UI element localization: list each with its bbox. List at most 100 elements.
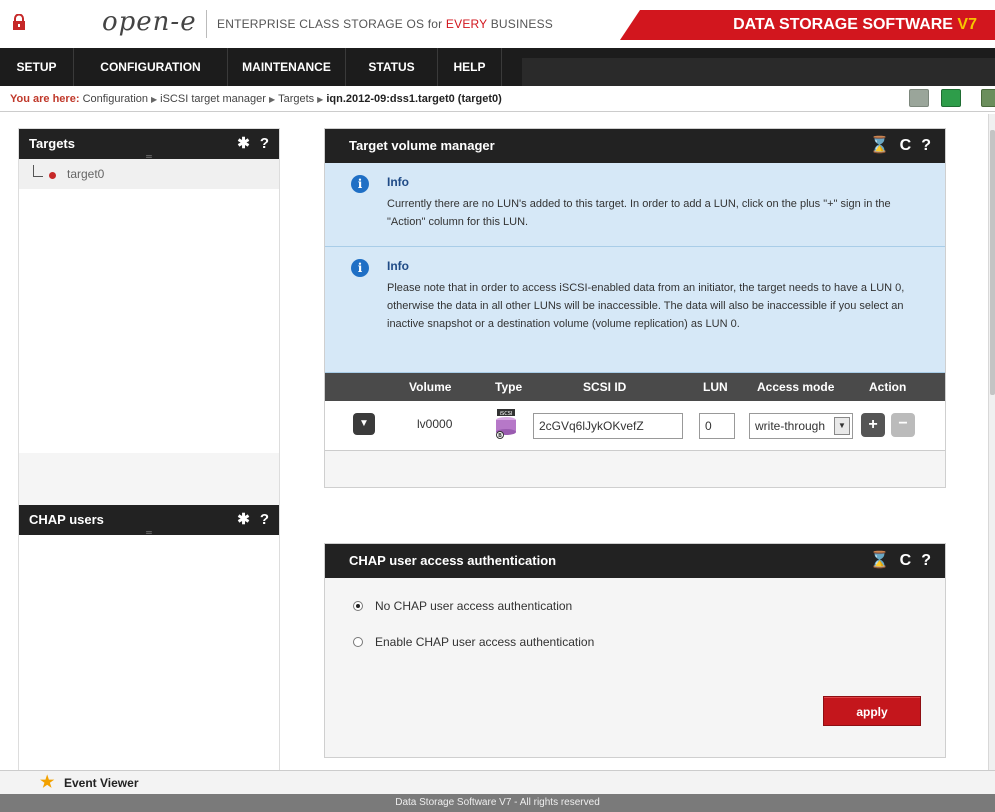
- loading-icon: ⌛: [869, 137, 890, 154]
- lun-field[interactable]: [699, 413, 735, 439]
- refresh-icon[interactable]: C: [900, 137, 912, 154]
- tree-item-label[interactable]: target0: [67, 167, 104, 181]
- breadcrumb-current: iqn.2012-09:dss1.target0 (target0): [326, 93, 502, 105]
- help-icon[interactable]: ?: [260, 511, 269, 528]
- breadcrumb-arrow-icon: ▶: [317, 95, 324, 104]
- help-icon[interactable]: ?: [921, 552, 931, 569]
- targets-list-bottom: [19, 453, 279, 505]
- info-icon: i: [351, 175, 369, 193]
- top-header: open-e ENTERPRISE CLASS STORAGE OS for E…: [0, 0, 995, 48]
- brand-text: DATA STORAGE SOFTWARE: [733, 16, 958, 33]
- radio-no-chap[interactable]: No CHAP user access authentication: [325, 596, 945, 616]
- tvm-header: Target volume manager ⌛ C?: [325, 129, 945, 163]
- chap-header: CHAP user access authentication ⌛ C?: [325, 544, 945, 578]
- target-volume-manager: Target volume manager ⌛ C? i Info Current…: [324, 128, 946, 488]
- breadcrumb-arrow-icon: ▶: [151, 95, 158, 104]
- tagline: ENTERPRISE CLASS STORAGE OS for EVERY BU…: [206, 10, 553, 38]
- status-dot-icon: [49, 172, 56, 179]
- event-viewer-label[interactable]: Event Viewer: [64, 776, 138, 790]
- info-box-1: i Info Currently there are no LUN's adde…: [325, 163, 945, 247]
- chevron-down-icon[interactable]: ▼: [834, 417, 850, 435]
- page-scrollbar[interactable]: [988, 114, 995, 770]
- info-title: Info: [387, 175, 409, 189]
- breadcrumb-label: You are here:: [10, 93, 80, 105]
- scsi-id-field[interactable]: [533, 413, 683, 439]
- nav-configuration[interactable]: CONFIGURATION: [74, 48, 228, 86]
- tagline-red: EVERY: [445, 17, 488, 31]
- col-access-mode: Access mode: [757, 380, 835, 394]
- volume-name: lv0000: [417, 417, 453, 431]
- chap-authentication-panel: CHAP user access authentication ⌛ C? No C…: [324, 543, 946, 758]
- nav-maintenance[interactable]: MAINTENANCE: [228, 48, 346, 86]
- footer: Data Storage Software V7 - All rights re…: [0, 794, 995, 812]
- radio-enable-chap[interactable]: Enable CHAP user access authentication: [325, 632, 945, 652]
- col-volume: Volume: [409, 380, 452, 394]
- loading-icon: ⌛: [869, 552, 890, 569]
- nav-setup[interactable]: SETUP: [0, 48, 74, 86]
- breadcrumb: You are here: Configuration ▶ iSCSI target…: [0, 86, 995, 112]
- targets-list-area: [19, 189, 279, 453]
- col-lun: LUN: [703, 380, 728, 394]
- star-icon: ★: [40, 774, 55, 791]
- left-sidebar: Targets ✱? ═ target0 CHAP users ✱? ═: [18, 128, 280, 800]
- breadcrumb-item-configuration[interactable]: Configuration: [83, 93, 148, 105]
- radio-button-selected[interactable]: [353, 601, 363, 611]
- remove-lun-button[interactable]: −: [891, 413, 915, 437]
- add-lun-button[interactable]: +: [861, 413, 885, 437]
- resize-grip-icon[interactable]: ═: [142, 529, 156, 537]
- info-text: Currently there are no LUN's added to th…: [387, 198, 891, 228]
- targets-title: Targets: [29, 136, 75, 151]
- radio-no-chap-label: No CHAP user access authentication: [375, 599, 573, 613]
- access-mode-select[interactable]: write-through ▼: [749, 413, 853, 439]
- breadcrumb-item-iscsi[interactable]: iSCSI target manager: [160, 93, 266, 105]
- tree-line: [33, 165, 43, 177]
- col-action: Action: [869, 380, 907, 394]
- chap-users-header: CHAP users ✱? ═: [19, 505, 279, 537]
- breadcrumb-arrow-icon: ▶: [268, 95, 276, 104]
- chap-users-title: CHAP users: [29, 512, 104, 527]
- chap-users-list: [19, 535, 279, 800]
- nav-tail: [522, 58, 995, 86]
- info-title: Info: [387, 259, 409, 273]
- brand-banner: DATA STORAGE SOFTWARE V7: [620, 10, 995, 40]
- tvm-title: Target volume manager: [349, 138, 495, 153]
- refresh-icon[interactable]: C: [900, 552, 912, 569]
- nav-help[interactable]: HELP: [438, 48, 502, 86]
- tagline-pre: ENTERPRISE CLASS STORAGE OS for: [217, 17, 446, 31]
- info-box-2: i Info Please note that in order to acce…: [325, 247, 945, 373]
- svg-text:B: B: [498, 433, 502, 439]
- main-nav: SETUP CONFIGURATION MAINTENANCE STATUS H…: [0, 48, 995, 86]
- open-e-logo: open-e: [102, 7, 197, 37]
- lun-table-header: Volume Type SCSI ID LUN Access mode Acti…: [325, 373, 945, 401]
- tagline-post: BUSINESS: [487, 17, 553, 31]
- table-row: ▼ lv0000 iSCSI B write-through ▼ + −: [325, 401, 945, 451]
- targets-header: Targets ✱? ═: [19, 129, 279, 161]
- chap-title: CHAP user access authentication: [349, 553, 557, 568]
- tree-item-target0[interactable]: target0: [19, 159, 279, 189]
- gear-icon[interactable]: ✱: [237, 135, 250, 152]
- access-mode-value: write-through: [755, 419, 826, 433]
- radio-button[interactable]: [353, 637, 363, 647]
- breadcrumb-item-targets[interactable]: Targets: [278, 93, 314, 105]
- info-icon: i: [351, 259, 369, 277]
- gear-icon[interactable]: ✱: [237, 511, 250, 528]
- nav-status[interactable]: STATUS: [346, 48, 438, 86]
- svg-text:iSCSI: iSCSI: [500, 411, 513, 417]
- scrollbar-thumb[interactable]: [990, 130, 995, 395]
- monitor-check-icon[interactable]: [941, 89, 961, 107]
- event-viewer-bar[interactable]: ★ Event Viewer: [0, 770, 995, 794]
- apply-button[interactable]: apply: [823, 696, 921, 726]
- info-text: Please note that in order to access iSCS…: [387, 282, 905, 330]
- radio-enable-chap-label: Enable CHAP user access authentication: [375, 635, 595, 649]
- chevron-down-icon[interactable]: ▼: [353, 413, 375, 435]
- status-icon[interactable]: [981, 89, 995, 107]
- help-icon[interactable]: ?: [921, 137, 931, 154]
- help-icon[interactable]: ?: [260, 135, 269, 152]
- brand-version: V7: [957, 16, 977, 33]
- lock-icon: [13, 14, 25, 30]
- iscsi-disk-icon: iSCSI B: [496, 409, 516, 439]
- col-type: Type: [495, 380, 523, 394]
- server-icon[interactable]: [909, 89, 929, 107]
